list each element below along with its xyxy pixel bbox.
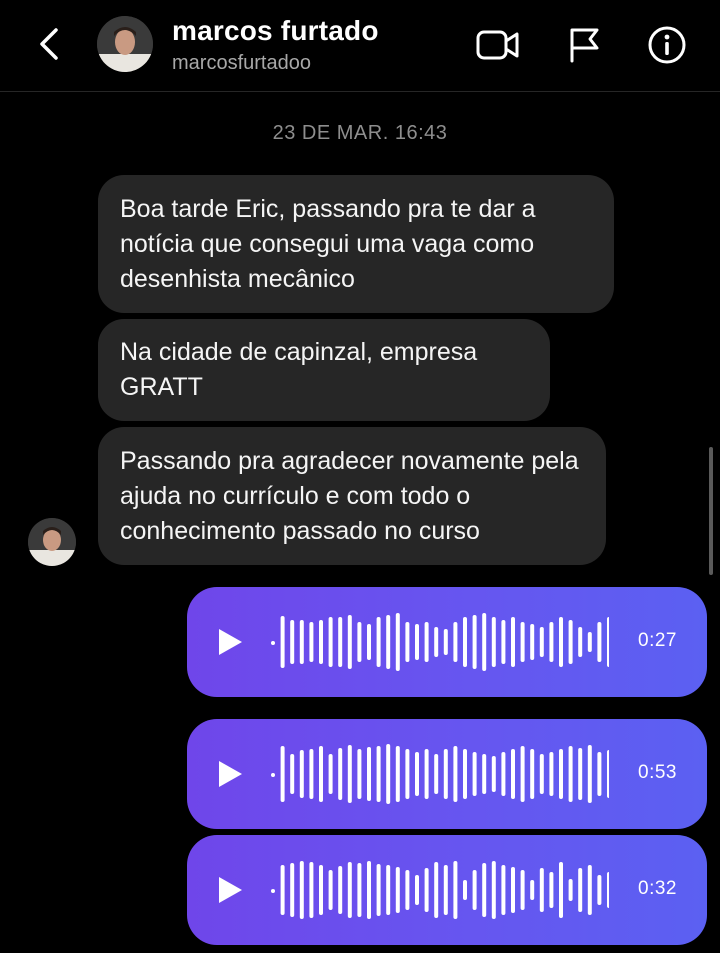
voice-duration: 0:27 — [638, 630, 677, 651]
waveform[interactable] — [269, 737, 609, 811]
message-timestamp: 23 DE MAR. 16:43 — [272, 122, 448, 144]
voice-duration: 0:32 — [638, 878, 677, 899]
scrollbar[interactable] — [709, 447, 713, 575]
video-call-icon[interactable] — [474, 22, 522, 68]
play-icon[interactable] — [215, 875, 245, 905]
voice-message[interactable]: 0:27 — [187, 587, 707, 697]
received-message[interactable]: Passando pra agradecer novamente pela aj… — [98, 427, 606, 565]
message-text: Passando pra agradecer novamente pela aj… — [120, 446, 579, 545]
back-chevron-icon[interactable] — [34, 24, 64, 64]
voice-message[interactable]: 0:53 — [187, 719, 707, 829]
sender-avatar[interactable] — [28, 518, 76, 566]
waveform[interactable] — [269, 853, 609, 927]
contact-username[interactable]: marcosfurtadoo — [172, 52, 311, 75]
header-avatar[interactable] — [97, 16, 153, 72]
contact-name[interactable]: marcos furtado — [172, 15, 379, 47]
waveform[interactable] — [269, 605, 609, 679]
message-text: Na cidade de capinzal, empresa GRATT — [120, 338, 478, 401]
received-message[interactable]: Na cidade de capinzal, empresa GRATT — [98, 319, 550, 421]
message-text: Boa tarde Eric, passando pra te dar a no… — [120, 194, 536, 293]
voice-duration: 0:53 — [638, 762, 677, 783]
play-icon[interactable] — [215, 759, 245, 789]
chat-header: marcos furtado marcosfurtadoo — [0, 0, 720, 92]
flag-icon[interactable] — [560, 22, 608, 68]
received-message[interactable]: Boa tarde Eric, passando pra te dar a no… — [98, 175, 614, 313]
voice-message[interactable]: 0:32 — [187, 835, 707, 945]
play-icon[interactable] — [215, 627, 245, 657]
info-icon[interactable] — [643, 22, 691, 68]
